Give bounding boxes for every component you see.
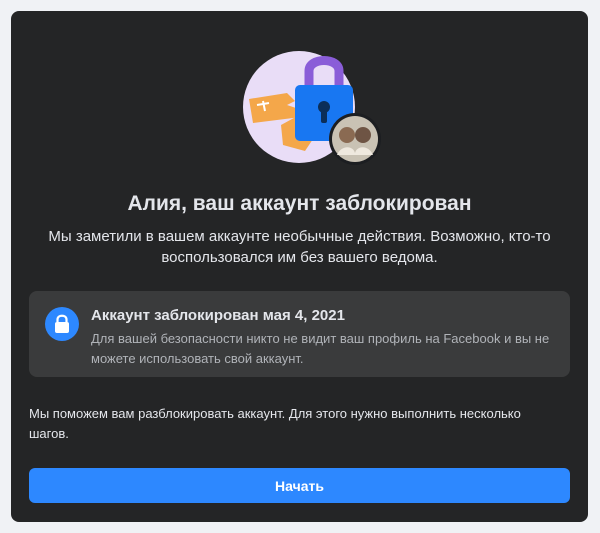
lock-icon [45,307,79,341]
page-title: Алия, ваш аккаунт заблокирован [127,192,472,215]
account-locked-illustration [243,51,381,165]
start-button[interactable]: Начать [29,468,570,503]
lock-notice-body: Для вашей безопасности никто не видит ва… [91,331,550,366]
lock-notice-title: Аккаунт заблокирован мая 4, 2021 [91,307,345,324]
locked-account-dialog: Алия, ваш аккаунт заблокирован Мы замети… [11,11,588,522]
help-text: Мы поможем вам разблокировать аккаунт. Д… [29,406,521,441]
lock-notice: Аккаунт заблокирован мая 4, 2021 Для ваш… [29,291,570,377]
page-subtitle: Мы заметили в вашем аккаунте необычные д… [48,228,551,266]
profile-photo-icon [329,113,381,165]
